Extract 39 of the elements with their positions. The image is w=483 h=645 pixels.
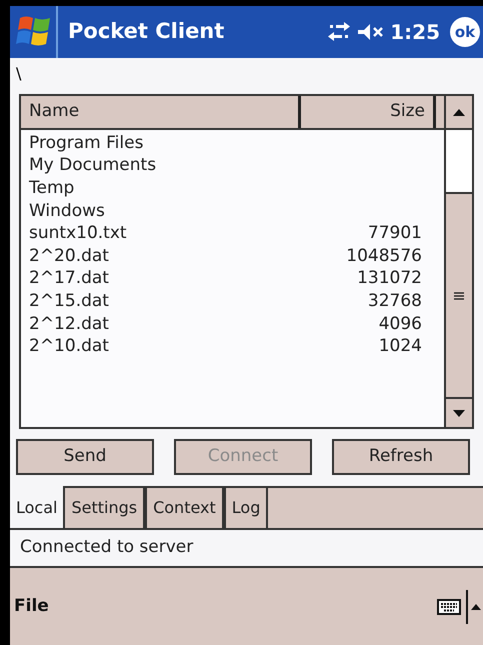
ok-button[interactable]: ok [450,17,480,47]
file-name[interactable]: 2^20.dat [21,248,301,265]
status-text: Connected to server [20,536,194,560]
scroll-up-icon[interactable] [453,108,465,116]
file-size: 131072 [356,270,423,288]
column-header[interactable]: Name [21,96,301,128]
grip-icon [454,292,464,300]
scroll-down-icon[interactable] [453,410,465,416]
file-name[interactable]: Program Files [21,134,301,152]
tab[interactable]: Context [145,486,224,528]
scrollbar[interactable] [444,96,472,427]
tab[interactable]: Log [224,486,268,528]
current-path: \ [16,63,22,85]
file-name[interactable]: 2^12.dat [21,316,301,333]
action-button[interactable]: Refresh [332,439,470,475]
file-size: 77901 [366,225,423,242]
file-name[interactable]: Windows [21,202,301,220]
file-name[interactable]: 2^15.dat [21,292,301,310]
keyboard-icon[interactable] [437,598,461,614]
column-header[interactable]: Size [301,96,436,128]
file-name[interactable]: 2^17.dat [21,270,301,288]
connectivity-icon[interactable] [328,22,350,42]
clock-time[interactable]: 1:25 [390,17,440,47]
file-name[interactable]: My Documents [21,157,301,174]
file-size: 4096 [378,316,423,333]
tab[interactable]: Settings [63,486,146,528]
file-size: 32768 [366,292,423,310]
window-title: Pocket Client [68,18,224,46]
file-size: 1048576 [345,248,423,265]
file-size: 1024 [378,338,423,356]
file-name[interactable]: Temp [21,180,301,197]
volume-muted-icon[interactable] [358,23,384,41]
header-filler [436,96,444,128]
file-name[interactable]: 2^10.dat [21,338,301,356]
input-menu-caret-icon[interactable] [471,604,481,610]
action-button[interactable]: Send [16,439,154,475]
scroll-thumb[interactable] [446,192,472,399]
file-name[interactable]: suntx10.txt [21,225,301,242]
menu-item[interactable]: File [12,594,51,620]
